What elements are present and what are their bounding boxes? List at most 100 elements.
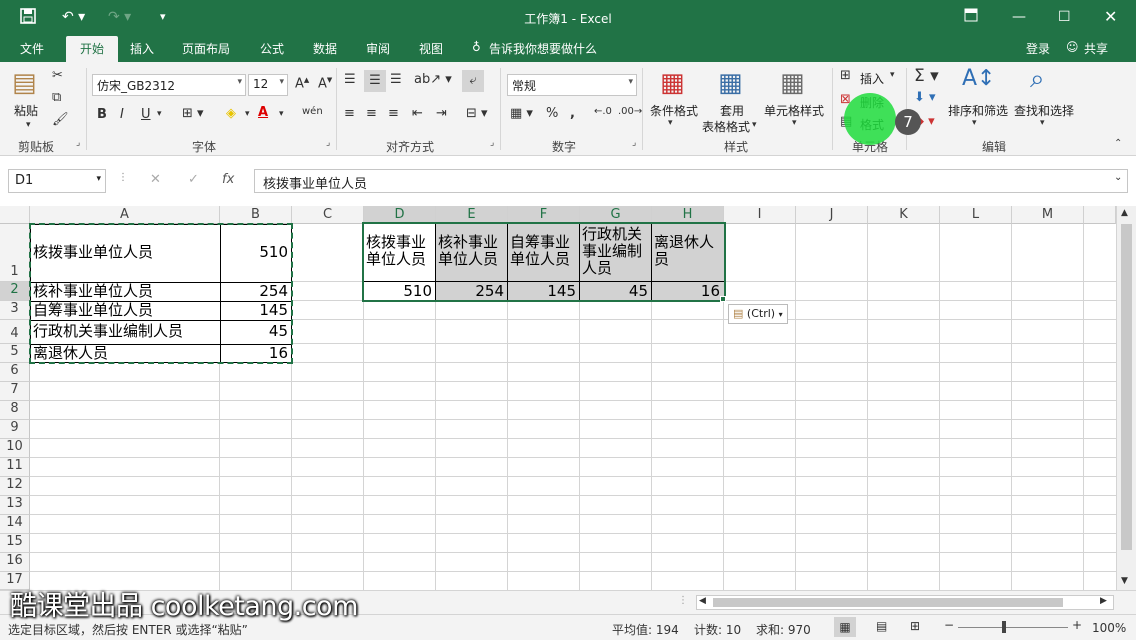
page-break-view-icon[interactable]: ⊞ bbox=[910, 619, 920, 633]
fill-color-icon[interactable]: ◈ bbox=[226, 106, 236, 121]
format-as-table-icon[interactable]: ▦ bbox=[718, 68, 743, 98]
row-header-15[interactable]: 15 bbox=[0, 534, 30, 553]
scroll-up-icon[interactable]: ▲ bbox=[1121, 208, 1128, 218]
tab-page-layout[interactable]: 页面布局 bbox=[182, 40, 230, 57]
login-link[interactable]: 登录 bbox=[1026, 40, 1050, 57]
increase-indent-icon[interactable]: ⇥ bbox=[436, 106, 447, 121]
tab-file[interactable]: 文件 bbox=[20, 40, 44, 57]
percent-button[interactable]: % bbox=[546, 106, 558, 121]
find-select-button[interactable]: 查找和选择 bbox=[1014, 102, 1074, 119]
underline-button[interactable]: U bbox=[141, 107, 151, 122]
column-header-j[interactable]: J bbox=[796, 206, 868, 224]
row-header-14[interactable]: 14 bbox=[0, 515, 30, 534]
cell-styles-icon[interactable]: ▦ bbox=[780, 68, 805, 98]
close-icon[interactable]: ✕ bbox=[1104, 8, 1117, 26]
row-header-7[interactable]: 7 bbox=[0, 382, 30, 401]
row-header-8[interactable]: 8 bbox=[0, 401, 30, 420]
formula-input[interactable]: 核拨事业单位人员 bbox=[254, 169, 1128, 193]
row-header-12[interactable]: 12 bbox=[0, 477, 30, 496]
share-icon[interactable]: ☺ bbox=[1066, 40, 1079, 54]
cell-styles-button[interactable]: 单元格样式 bbox=[764, 102, 824, 119]
borders-icon[interactable]: ⊞ ▾ bbox=[182, 106, 204, 121]
align-top-icon[interactable]: ☰ bbox=[344, 72, 356, 87]
row-header-5[interactable]: 5 bbox=[0, 344, 30, 363]
increase-font-icon[interactable]: A▲ bbox=[295, 76, 309, 91]
scroll-right-icon[interactable]: ▶ bbox=[1100, 596, 1107, 606]
format-as-table-line1[interactable]: 套用 bbox=[720, 102, 744, 119]
horizontal-scroll-thumb[interactable] bbox=[713, 598, 1063, 607]
decrease-decimal-icon[interactable]: .00→ bbox=[618, 106, 642, 117]
column-header-a[interactable]: A bbox=[30, 206, 220, 224]
row-header-9[interactable]: 9 bbox=[0, 420, 30, 439]
paste-button[interactable]: 粘贴 bbox=[14, 102, 38, 119]
font-launcher-icon[interactable]: ⌟ bbox=[326, 138, 330, 148]
page-layout-view-icon[interactable]: ▤ bbox=[876, 619, 887, 633]
tab-view[interactable]: 视图 bbox=[419, 40, 443, 57]
number-format-select[interactable]: 常规 ▾ bbox=[507, 74, 637, 96]
worksheet-grid[interactable]: A B C D E F G H I J K L M 1 2 3 4 5 6 7 … bbox=[0, 206, 1116, 590]
scroll-left-icon[interactable]: ◀ bbox=[699, 596, 706, 606]
tab-data[interactable]: 数据 bbox=[313, 40, 337, 57]
minimize-icon[interactable]: — bbox=[1012, 8, 1026, 26]
row-header-13[interactable]: 13 bbox=[0, 496, 30, 515]
column-header-l[interactable]: L bbox=[940, 206, 1012, 224]
zoom-in-icon[interactable]: + bbox=[1072, 618, 1082, 632]
tell-me-search[interactable]: 告诉我你想要做什么 bbox=[489, 40, 597, 57]
number-launcher-icon[interactable]: ⌟ bbox=[632, 138, 636, 148]
select-all-corner[interactable] bbox=[0, 206, 30, 224]
fill-color-dropdown-icon[interactable]: ▾ bbox=[245, 109, 250, 119]
autosum-icon[interactable]: Σ ▾ bbox=[914, 66, 939, 86]
expand-formula-bar-icon[interactable]: ⌄ bbox=[1114, 172, 1122, 183]
zoom-slider[interactable] bbox=[958, 627, 1068, 628]
format-table-dropdown-icon[interactable]: ▾ bbox=[752, 120, 757, 130]
fill-icon[interactable]: ⬇ ▾ bbox=[914, 90, 936, 105]
comma-button[interactable]: , bbox=[570, 106, 575, 121]
column-header-i[interactable]: I bbox=[724, 206, 796, 224]
zoom-level[interactable]: 100% bbox=[1092, 621, 1126, 635]
insert-cells-button[interactable]: 插入 bbox=[860, 70, 884, 87]
conditional-formatting-button[interactable]: 条件格式 bbox=[650, 102, 698, 119]
increase-decimal-icon[interactable]: ←.0 bbox=[594, 106, 612, 117]
cell-styles-dropdown-icon[interactable]: ▾ bbox=[792, 118, 797, 128]
find-select-icon[interactable]: ⌕ bbox=[1030, 64, 1045, 95]
font-name-select[interactable]: 仿宋_GB2312 ▾ bbox=[92, 74, 246, 96]
font-color-icon[interactable]: A bbox=[258, 105, 268, 120]
align-right-icon[interactable]: ≡ bbox=[388, 106, 399, 121]
paste-icon[interactable]: ▤ bbox=[12, 68, 37, 98]
cut-icon[interactable]: ✂ bbox=[52, 68, 63, 83]
share-button[interactable]: 共享 bbox=[1084, 40, 1108, 57]
insert-cells-dropdown-icon[interactable]: ▾ bbox=[890, 70, 895, 80]
zoom-out-icon[interactable]: − bbox=[944, 618, 954, 632]
paste-options-button[interactable]: ▤ (Ctrl) ▾ bbox=[728, 304, 788, 324]
bold-button[interactable]: B bbox=[97, 107, 107, 122]
normal-view-icon[interactable]: ▦ bbox=[834, 617, 856, 637]
align-middle-icon[interactable]: ☰ bbox=[364, 70, 386, 92]
sort-filter-icon[interactable]: A↕ bbox=[962, 66, 995, 91]
font-color-dropdown-icon[interactable]: ▾ bbox=[279, 109, 284, 119]
collapse-ribbon-icon[interactable]: ⌃ bbox=[1114, 138, 1122, 149]
maximize-icon[interactable]: ☐ bbox=[1058, 8, 1071, 26]
tab-insert[interactable]: 插入 bbox=[130, 40, 154, 57]
alignment-launcher-icon[interactable]: ⌟ bbox=[490, 138, 494, 148]
conditional-dropdown-icon[interactable]: ▾ bbox=[668, 118, 673, 128]
font-size-select[interactable]: 12 ▾ bbox=[248, 74, 288, 96]
cancel-icon[interactable]: ✕ bbox=[150, 172, 161, 187]
enter-icon[interactable]: ✓ bbox=[188, 172, 199, 187]
phonetic-icon[interactable]: wén bbox=[302, 106, 323, 117]
horizontal-scrollbar[interactable]: ◀ ▶ bbox=[696, 595, 1114, 610]
sort-filter-button[interactable]: 排序和筛选 bbox=[948, 102, 1008, 119]
paste-dropdown-icon[interactable]: ▾ bbox=[26, 120, 31, 130]
wrap-text-icon[interactable]: ⤶ bbox=[462, 70, 484, 92]
vertical-scroll-thumb[interactable] bbox=[1121, 224, 1132, 550]
row-header-4[interactable]: 4 bbox=[0, 320, 30, 344]
clipboard-launcher-icon[interactable]: ⌟ bbox=[76, 138, 80, 148]
row-header-10[interactable]: 10 bbox=[0, 439, 30, 458]
row-header-6[interactable]: 6 bbox=[0, 363, 30, 382]
name-box[interactable]: D1 ▾ bbox=[8, 169, 106, 193]
align-center-icon[interactable]: ≡ bbox=[366, 106, 377, 121]
zoom-slider-thumb[interactable] bbox=[1002, 621, 1006, 633]
vertical-scrollbar[interactable]: ▲ ▼ bbox=[1116, 206, 1136, 590]
tab-review[interactable]: 审阅 bbox=[366, 40, 390, 57]
conditional-formatting-icon[interactable]: ▦ bbox=[660, 68, 685, 98]
underline-dropdown-icon[interactable]: ▾ bbox=[157, 109, 162, 119]
